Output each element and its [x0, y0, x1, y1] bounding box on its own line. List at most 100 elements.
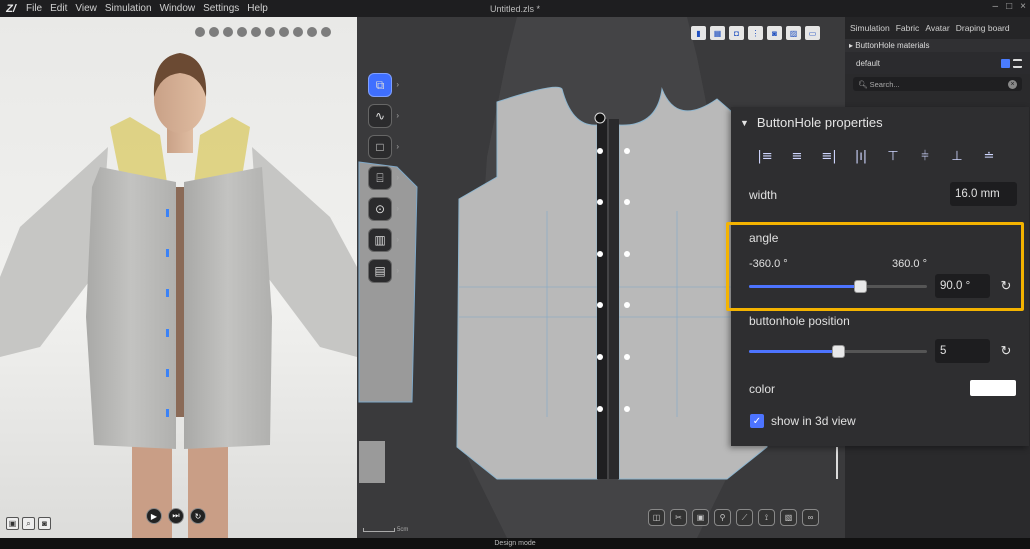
buttonhole-materials-header[interactable]: ▸ ButtonHole materials: [845, 39, 1030, 52]
tab-simulation[interactable]: Simulation: [850, 23, 890, 33]
position-slider-handle[interactable]: [832, 345, 845, 358]
color-label: color: [749, 382, 776, 396]
status-bar: Design mode: [0, 538, 1030, 549]
3d-viewport[interactable]: ▣ ⌕ ◙ ▶ ⏭ ↻: [0, 17, 357, 538]
camera-icon[interactable]: ◙: [38, 517, 51, 530]
position-label: buttonhole position: [749, 314, 850, 328]
screenshot-icon[interactable]: ▣: [6, 517, 19, 530]
pattern-icon[interactable]: [279, 27, 289, 37]
menu-settings[interactable]: Settings: [199, 3, 243, 14]
reset-icon[interactable]: ↻: [190, 508, 206, 524]
minimize-button[interactable]: –: [993, 1, 999, 12]
menu-edit[interactable]: Edit: [46, 3, 71, 14]
maximize-button[interactable]: □: [1006, 1, 1012, 12]
rectangle-icon[interactable]: □ ›: [368, 135, 399, 159]
menu-view[interactable]: View: [71, 3, 101, 14]
menu-bar: Z/ File Edit View Simulation Window Sett…: [0, 0, 1030, 17]
menu-simulation[interactable]: Simulation: [101, 3, 156, 14]
view-mode-toggle[interactable]: [1001, 58, 1022, 68]
pin2-icon[interactable]: ⟟: [758, 509, 775, 526]
info-icon[interactable]: ▭: [805, 26, 820, 40]
align-left-icon[interactable]: |≡: [756, 148, 774, 164]
close-button[interactable]: ×: [1020, 1, 1026, 12]
hide-icon[interactable]: [195, 27, 205, 37]
menu-help[interactable]: Help: [243, 3, 272, 14]
layers-icon[interactable]: [223, 27, 233, 37]
show-in-3d-checkbox[interactable]: ✓: [750, 414, 764, 428]
position-slider-fill: [749, 350, 838, 353]
link-icon[interactable]: ∞: [802, 509, 819, 526]
align-top-icon[interactable]: ⊤: [884, 148, 902, 164]
select-icon[interactable]: ◫: [648, 509, 665, 526]
material-item-default[interactable]: default: [845, 52, 1030, 74]
glue-icon[interactable]: ▧: [780, 509, 797, 526]
width-field[interactable]: 16.0 mm: [950, 182, 1017, 206]
avatar-garment-3d: [0, 53, 357, 538]
clear-search-icon[interactable]: ×: [1008, 79, 1017, 89]
scale-bar: [363, 528, 395, 532]
color-swatch[interactable]: [970, 380, 1016, 396]
material-search-input[interactable]: 🔍︎ Search... ×: [853, 77, 1022, 91]
button-icon[interactable]: ⊙ ›: [368, 197, 399, 221]
align-center-icon[interactable]: ≡: [788, 148, 806, 164]
measure-icon[interactable]: [321, 27, 331, 37]
avatar-icon[interactable]: [237, 27, 247, 37]
map-icon[interactable]: ▥ ›: [368, 228, 399, 252]
3d-view-toolbar: [195, 27, 331, 37]
sewing-icon[interactable]: [307, 27, 317, 37]
panel-tabs: Simulation Fabric Avatar Draping board: [845, 17, 1030, 39]
pin-icon[interactable]: ◘: [729, 26, 744, 40]
align-middle-icon[interactable]: ⫩: [916, 148, 934, 164]
menu-file[interactable]: File: [22, 3, 46, 14]
position-field[interactable]: 5: [935, 339, 990, 363]
notch-icon[interactable]: ◙: [767, 26, 782, 40]
application-window: Z/ File Edit View Simulation Window Sett…: [0, 0, 1030, 549]
tab-fabric[interactable]: Fabric: [896, 23, 920, 33]
panel-header[interactable]: ▼ ButtonHole properties: [731, 107, 1029, 138]
distribute-vertical-icon[interactable]: ≐: [980, 148, 998, 164]
tack-icon[interactable]: ⚲: [714, 509, 731, 526]
transform-pattern-icon[interactable]: ⧉ ›: [368, 73, 399, 97]
grid-view-icon[interactable]: [1001, 58, 1010, 68]
pin-icon[interactable]: [293, 27, 303, 37]
menu-window[interactable]: Window: [156, 3, 200, 14]
tape-icon[interactable]: ▤ ›: [368, 259, 399, 283]
scale-indicator: 5cm: [363, 527, 408, 533]
fit-icon[interactable]: ▮: [691, 26, 706, 40]
align-right-icon[interactable]: ≡|: [820, 148, 838, 164]
tab-draping-board[interactable]: Draping board: [956, 23, 1010, 33]
zoom-icon[interactable]: ⌕: [22, 517, 35, 530]
segment-icon[interactable]: ∿ ›: [368, 104, 399, 128]
collapse-icon[interactable]: ▼: [740, 118, 749, 128]
sewing-icon[interactable]: ⌸ ›: [368, 166, 399, 190]
app-logo: Z/: [6, 2, 16, 15]
sewing-view-icon[interactable]: ⋮: [748, 26, 763, 40]
sheet-icon[interactable]: ▦: [710, 26, 725, 40]
position-slider[interactable]: [749, 345, 927, 358]
cut-icon[interactable]: ✂: [670, 509, 687, 526]
distribute-horizontal-icon[interactable]: |ı|: [852, 148, 870, 164]
scale-text: 5cm: [397, 527, 409, 533]
step-icon[interactable]: ⏭: [168, 508, 184, 524]
tab-avatar[interactable]: Avatar: [925, 23, 949, 33]
position-reset-icon[interactable]: ↻: [999, 343, 1013, 358]
color-icon[interactable]: [265, 27, 275, 37]
simulation-playback: ▶ ⏭ ↻: [146, 508, 206, 524]
play-icon[interactable]: ▶: [146, 508, 162, 524]
search-placeholder: 🔍︎ Search...: [858, 79, 900, 89]
angle-highlight-frame: [726, 222, 1024, 311]
alignment-toolbar: |≡ ≡ ≡| |ı| ⊤ ⫩ ⊥ ≐: [731, 142, 1029, 170]
texture-icon[interactable]: [209, 27, 219, 37]
material-name: default: [856, 58, 881, 68]
align-bottom-icon[interactable]: ⊥: [948, 148, 966, 164]
list-view-icon[interactable]: [1013, 58, 1022, 68]
window-controls: – □ ×: [993, 1, 1026, 12]
strap-icon[interactable]: ⟋: [736, 509, 753, 526]
width-label: width: [749, 188, 778, 202]
search-placeholder-text: Search...: [869, 79, 900, 89]
2d-bottom-toolbar: ◫ ✂ ▣ ⚲ ⟋ ⟟ ▧ ∞: [648, 509, 819, 526]
2d-top-toolbar: ▮ ▦ ◘ ⋮ ◙ ▨ ▭: [691, 26, 820, 40]
grainline-icon[interactable]: ▨: [786, 26, 801, 40]
fold-icon[interactable]: ▣: [692, 509, 709, 526]
fabric-icon[interactable]: [251, 27, 261, 37]
